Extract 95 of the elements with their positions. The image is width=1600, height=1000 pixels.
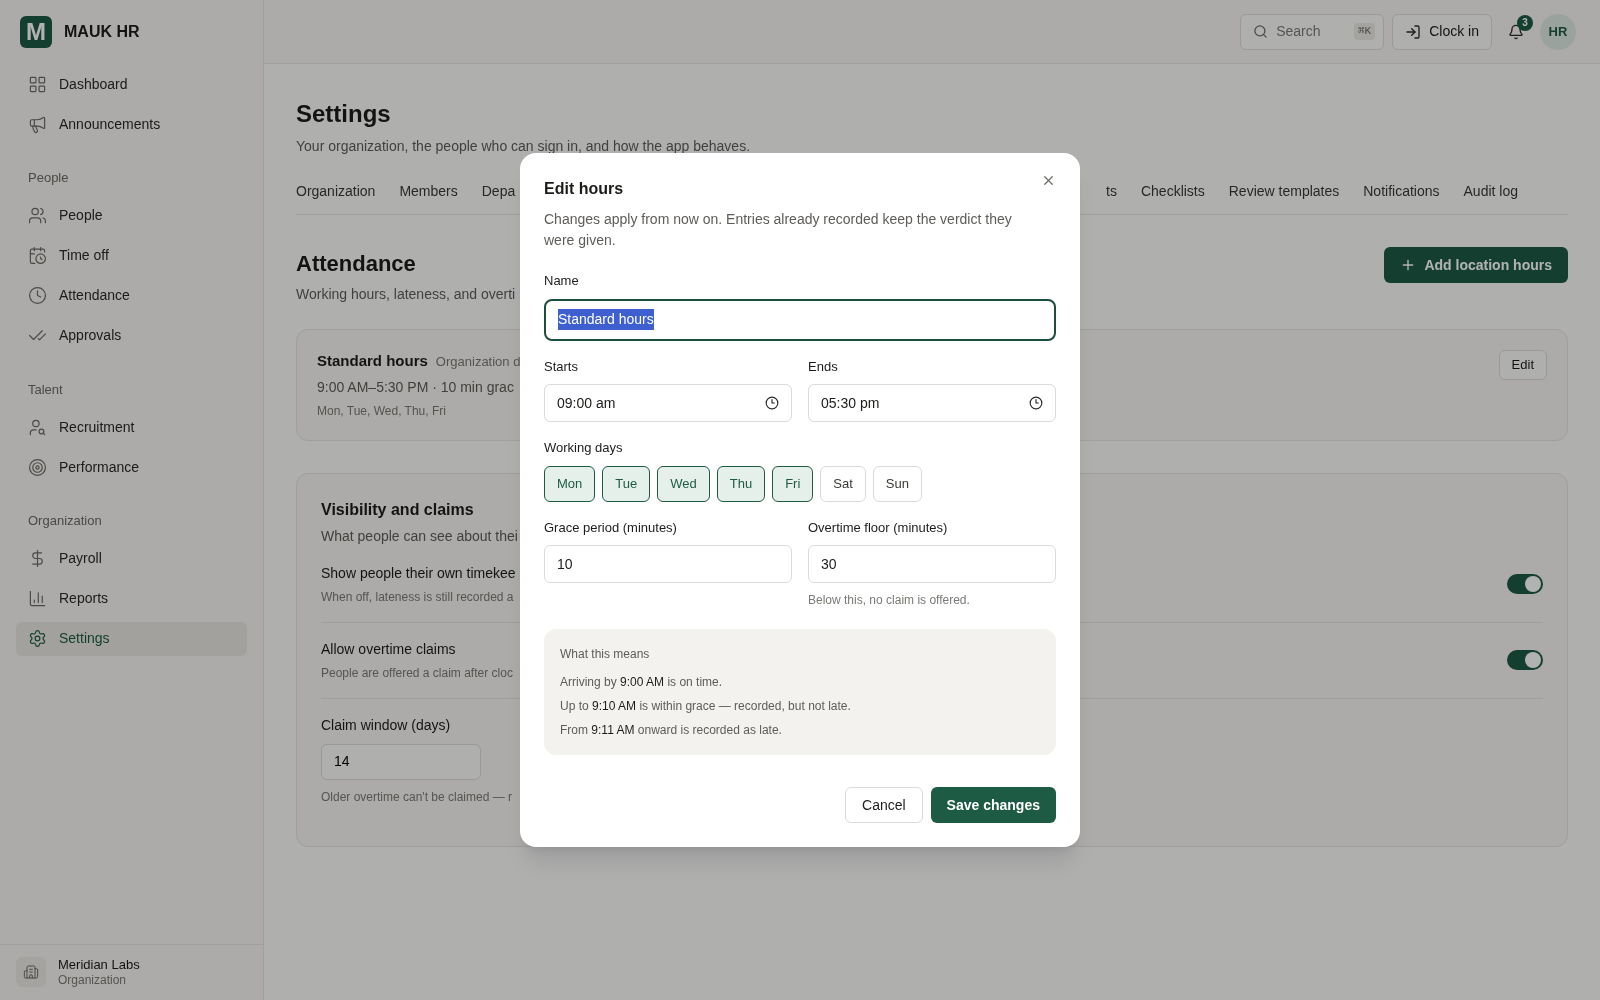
sidebar-item[interactable]: Time off — [16, 238, 247, 273]
org-subtitle: Organization — [58, 973, 128, 988]
notification-badge: 3 — [1517, 14, 1533, 31]
dialog-description: Changes apply from now on. Entries already recorded keep the verdict they were given. — [544, 210, 1013, 250]
sidebar-item[interactable]: Recruitment — [16, 410, 247, 444]
page-title: Settings — [296, 99, 392, 129]
add-location-hours-button[interactable]: Add location hours — [1384, 247, 1568, 283]
section-subtitle: Working hours, lateness, and overti — [296, 285, 516, 304]
input-field[interactable]: 09:00 am — [544, 384, 792, 422]
explainer-line: Up to 9:10 AM is within grace — recorded, but not late. — [560, 698, 852, 715]
grid-icon — [28, 74, 47, 94]
sidebar-item[interactable]: Settings — [16, 621, 247, 656]
settings-tab[interactable]: Review templates — [1228, 181, 1340, 202]
person-search-icon — [28, 417, 47, 437]
sidebar-item[interactable]: Payroll — [16, 541, 247, 576]
close-icon[interactable] — [1041, 173, 1056, 188]
sidebar-item[interactable]: Approvals — [16, 318, 247, 353]
day-toggle[interactable]: Mon — [544, 465, 596, 502]
megaphone-icon — [28, 114, 47, 134]
hours-days: Mon, Tue, Wed, Thu, Fri — [317, 401, 521, 420]
section-heading: Talent — [27, 380, 64, 399]
field-label: Name — [544, 272, 580, 290]
day-toggle[interactable]: Tue — [602, 465, 651, 502]
clock-icon — [28, 286, 47, 305]
card-subtitle: What people can see about thei — [321, 526, 518, 546]
explainer-line: From 9:11 AM onward is recorded as late. — [560, 722, 783, 739]
day-toggle[interactable]: Thu — [716, 465, 766, 502]
field-hint: Below this, no claim is offered. — [808, 592, 971, 609]
sidebar-item[interactable]: Performance — [16, 450, 247, 484]
hours-title: Standard hours — [317, 351, 428, 371]
avatar[interactable]: HR — [1540, 13, 1576, 50]
sidebar-item[interactable]: Dashboard — [16, 67, 247, 101]
toggle-switch[interactable] — [1507, 650, 1543, 670]
cancel-button[interactable]: Cancel — [845, 787, 923, 823]
logo-icon: M — [20, 16, 52, 48]
save-changes-button[interactable]: Save changes — [930, 787, 1056, 823]
calendar-icon — [28, 246, 47, 265]
shortcut-key: ⌘K — [1353, 23, 1376, 40]
settings-icon — [28, 629, 47, 648]
setting-title: Claim window (days) — [321, 715, 451, 735]
clock-in-button[interactable]: Clock in — [1392, 13, 1492, 50]
sidebar-item[interactable]: People — [16, 198, 247, 233]
setting-description: People are offered a claim after cloc — [321, 664, 513, 682]
sign-in-icon — [1405, 23, 1422, 40]
app-name: MAUK HR — [64, 22, 140, 42]
clock-icon — [765, 396, 779, 410]
section-title: Attendance — [296, 250, 417, 278]
explainer-title: What this means — [560, 646, 651, 663]
field-label: Ends — [808, 357, 839, 376]
bar-chart-icon — [28, 589, 47, 608]
name-field[interactable]: Standard hours — [544, 298, 1056, 341]
setting-description: Older overtime can't be claimed — r — [321, 788, 513, 806]
section-heading: Organization — [27, 512, 103, 530]
explainer-line: Arriving by 9:00 AM is on time. — [560, 674, 724, 691]
input-field[interactable]: 05:30 pm — [808, 384, 1056, 422]
clock-icon — [1029, 396, 1043, 410]
settings-tab[interactable]: Notifications — [1363, 181, 1440, 202]
section-heading: People — [27, 169, 70, 187]
people-icon — [28, 206, 47, 225]
card-title: Visibility and claims — [321, 499, 474, 520]
input-field[interactable]: 30 — [808, 545, 1056, 583]
settings-tab[interactable]: Members — [399, 181, 458, 202]
page-subtitle: Your organization, the people who can sign in, and how the app behaves. — [296, 137, 752, 156]
day-toggle[interactable]: Sat — [820, 465, 866, 502]
field-label: Starts — [544, 357, 579, 376]
input-field[interactable]: 10 — [544, 545, 792, 583]
building-icon — [16, 957, 46, 988]
setting-description: When off, lateness is still recorded a — [321, 588, 514, 606]
target-icon — [28, 457, 47, 477]
bell-icon[interactable] — [1508, 23, 1524, 40]
setting-title: Show people their own timekee — [321, 563, 516, 583]
edit-button[interactable]: Edit — [1498, 350, 1547, 380]
hours-summary: 9:00 AM–5:30 PM · 10 min grac — [317, 377, 515, 397]
setting-title: Allow overtime claims — [321, 639, 456, 659]
claim-window-field[interactable]: 14 — [321, 743, 481, 780]
search-field[interactable]: Search ⌘K — [1240, 13, 1385, 50]
day-toggle[interactable]: Wed — [657, 465, 710, 502]
sidebar-item[interactable]: Attendance — [16, 278, 247, 313]
field-label: Overtime floor (minutes) — [808, 518, 949, 537]
field-label: Grace period (minutes) — [544, 518, 678, 537]
day-toggle[interactable]: Sun — [872, 465, 922, 502]
sidebar-item[interactable]: Announcements — [16, 107, 247, 141]
org-name: Meridian Labs — [58, 956, 140, 973]
field-label: Working days — [544, 439, 624, 457]
search-icon — [1253, 24, 1269, 39]
dialog-title: Edit hours — [544, 179, 624, 199]
settings-tab[interactable]: Organization — [296, 181, 376, 202]
settings-tab[interactable]: Checklists — [1140, 181, 1205, 202]
settings-tab[interactable]: Depa — [481, 181, 516, 202]
hours-tag: Organization d — [435, 352, 521, 372]
toggle-switch[interactable] — [1507, 574, 1543, 594]
day-toggle[interactable]: Fri — [772, 465, 814, 502]
settings-tab[interactable]: ts — [1106, 181, 1117, 202]
sidebar-item[interactable]: Reports — [16, 581, 247, 616]
settings-tab[interactable]: Audit log — [1463, 181, 1518, 202]
